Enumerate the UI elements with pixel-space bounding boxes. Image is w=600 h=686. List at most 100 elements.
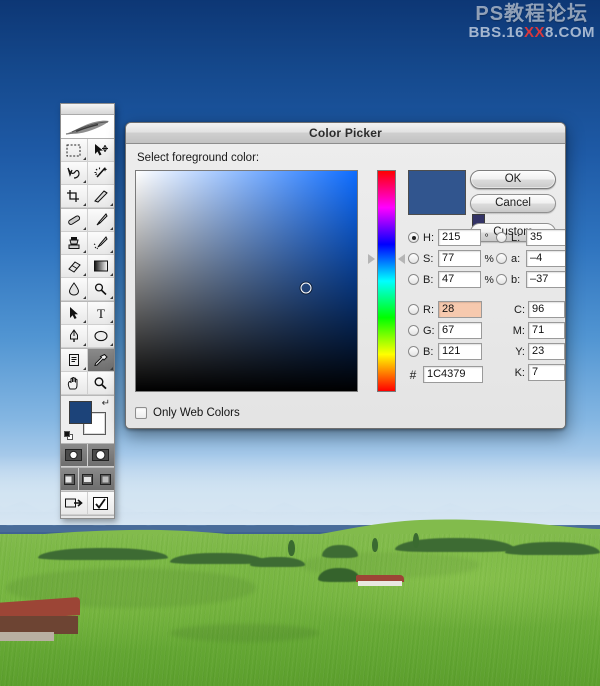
lightness-row[interactable]: L: 35 — [496, 228, 565, 247]
saturation-input[interactable]: 77 — [438, 250, 481, 267]
blue-row[interactable]: B: 121 — [408, 342, 496, 361]
hue-spectrum-strip[interactable] — [377, 170, 396, 392]
quick-mask-mode-button[interactable] — [87, 444, 114, 467]
magenta-input[interactable]: 71 — [528, 322, 565, 339]
dialog-hint: Select foreground color: — [137, 152, 260, 164]
lightness-input[interactable]: 35 — [526, 229, 565, 246]
hue-input[interactable]: 215 — [438, 229, 481, 246]
hex-input[interactable]: 1C4379 — [423, 366, 483, 383]
dodge-tool[interactable] — [87, 278, 114, 301]
blue-input[interactable]: 121 — [438, 343, 482, 360]
swap-colors-icon[interactable]: ↵ — [102, 399, 110, 409]
gradient-tool[interactable] — [87, 255, 114, 278]
screen-mode-group[interactable] — [61, 468, 114, 492]
green-input[interactable]: 67 — [438, 322, 482, 339]
cyan-input[interactable]: 96 — [528, 301, 565, 318]
brush-tool[interactable] — [87, 209, 114, 232]
tool-group-selection[interactable] — [61, 139, 114, 209]
tool-flyout-indicator — [82, 157, 86, 160]
hand-tool[interactable] — [61, 372, 88, 395]
foreground-color-swatch[interactable] — [69, 401, 92, 424]
toolbox-drag-handle[interactable] — [61, 104, 114, 115]
notes-tool[interactable] — [61, 349, 88, 372]
dialog-titlebar[interactable]: Color Picker — [126, 123, 565, 144]
color-swatches[interactable]: ↵ — [61, 396, 114, 444]
brightness-input[interactable]: 47 — [438, 271, 481, 288]
svg-text:T: T — [97, 306, 105, 320]
blur-tool[interactable] — [61, 278, 88, 301]
hue-slider[interactable] — [368, 170, 405, 392]
history-brush-tool[interactable] — [87, 232, 114, 255]
healing-brush-tool[interactable] — [61, 209, 88, 232]
standard-mode-button[interactable] — [61, 444, 88, 467]
brightness-radio[interactable] — [408, 274, 419, 285]
marquee-tool[interactable] — [61, 139, 88, 162]
full-screen-menubar-mode-button[interactable] — [78, 468, 97, 491]
black-row[interactable]: K: 7 % — [496, 363, 565, 382]
saturation-unit: % — [484, 252, 494, 265]
lab-a-row[interactable]: a: –4 — [496, 249, 565, 268]
jump-to-group[interactable] — [61, 492, 114, 516]
color-field-marker[interactable] — [300, 282, 312, 294]
new-color-swatch — [409, 171, 465, 214]
move-tool[interactable] — [87, 139, 114, 162]
cyan-row[interactable]: C: 96 % — [496, 300, 565, 319]
pen-tool[interactable] — [61, 325, 88, 348]
lasso-tool[interactable] — [61, 162, 88, 185]
yellow-label: Y: — [515, 345, 525, 358]
red-label: R: — [423, 303, 434, 316]
photoshop-toolbox[interactable]: T ↵ — [60, 103, 115, 519]
tool-flyout-indicator — [82, 250, 86, 253]
hue-marker-left-icon — [368, 254, 375, 265]
only-web-colors-checkbox[interactable] — [135, 407, 147, 419]
check-icon[interactable] — [87, 492, 114, 515]
eraser-tool[interactable] — [61, 255, 88, 278]
full-screen-mode-button[interactable] — [96, 468, 114, 491]
green-radio[interactable] — [408, 325, 419, 336]
magenta-row[interactable]: M: 71 % — [496, 321, 565, 340]
clone-stamp-tool[interactable] — [61, 232, 88, 255]
magic-wand-tool[interactable] — [87, 162, 114, 185]
saturation-radio[interactable] — [408, 253, 419, 264]
crop-tool[interactable] — [61, 185, 88, 208]
tool-group-navigation[interactable] — [61, 349, 114, 396]
default-colors-icon[interactable] — [64, 431, 73, 440]
lightness-radio[interactable] — [496, 232, 507, 243]
red-radio[interactable] — [408, 304, 419, 315]
hue-radio[interactable] — [408, 232, 419, 243]
blue-radio[interactable] — [408, 346, 419, 357]
lab-b-row[interactable]: b: –37 — [496, 270, 565, 289]
eyedropper-tool[interactable] — [87, 349, 114, 372]
lab-b-radio[interactable] — [496, 274, 507, 285]
lab-a-radio[interactable] — [496, 253, 507, 264]
tool-group-vector[interactable]: T — [61, 302, 114, 349]
path-selection-tool[interactable] — [61, 302, 88, 325]
brightness-row[interactable]: B: 47 % — [408, 270, 496, 289]
lab-b-input[interactable]: –37 — [526, 271, 565, 288]
tree-line — [322, 545, 358, 558]
red-input[interactable]: 28 — [438, 301, 482, 318]
ok-button[interactable]: OK — [470, 170, 556, 189]
red-row[interactable]: R: 28 — [408, 300, 496, 319]
zoom-tool[interactable] — [87, 372, 114, 395]
jump-to-imageready-icon[interactable] — [61, 492, 88, 515]
only-web-colors-row[interactable]: Only Web Colors — [135, 398, 240, 428]
hex-row[interactable]: # 1C4379 — [408, 366, 496, 383]
slice-tool[interactable] — [87, 185, 114, 208]
black-input[interactable]: 7 — [528, 364, 565, 381]
saturation-brightness-field[interactable] — [135, 170, 358, 392]
saturation-row[interactable]: S: 77 % — [408, 249, 496, 268]
shape-tool[interactable] — [87, 325, 114, 348]
lab-a-input[interactable]: –4 — [526, 250, 565, 267]
tool-group-retouch[interactable] — [61, 209, 114, 302]
hue-row[interactable]: H: 215 ° — [408, 228, 496, 247]
mask-mode-group[interactable] — [61, 444, 114, 468]
yellow-row[interactable]: Y: 23 % — [496, 342, 565, 361]
type-tool[interactable]: T — [87, 302, 114, 325]
standard-screen-mode-button[interactable] — [61, 468, 79, 491]
lightness-label: L: — [511, 231, 521, 244]
color-picker-dialog[interactable]: Color Picker Select foreground color: OK… — [125, 122, 566, 429]
cancel-button[interactable]: Cancel — [470, 194, 556, 213]
yellow-input[interactable]: 23 — [528, 343, 565, 360]
green-row[interactable]: G: 67 — [408, 321, 496, 340]
